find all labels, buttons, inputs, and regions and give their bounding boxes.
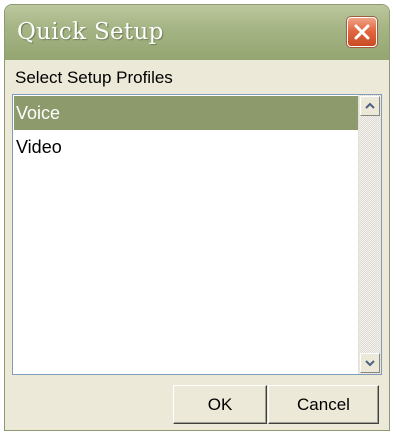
close-icon (354, 24, 370, 40)
list-item-voice[interactable]: Voice (14, 96, 359, 130)
profiles-label: Select Setup Profiles (15, 68, 173, 87)
scroll-down-button[interactable] (360, 353, 380, 373)
profiles-listbox[interactable]: Voice Video (12, 94, 382, 375)
cancel-button[interactable]: Cancel (268, 385, 379, 424)
ok-button[interactable]: OK (173, 385, 267, 424)
list-item-video[interactable]: Video (14, 130, 359, 164)
close-button[interactable] (347, 17, 377, 47)
window-title: Quick Setup (17, 19, 164, 45)
quick-setup-dialog: Quick Setup Select Setup Profiles Voice … (4, 4, 390, 431)
arrow-down-icon (365, 360, 375, 367)
scroll-up-button[interactable] (360, 96, 380, 116)
profiles-list: Voice Video (14, 96, 359, 164)
title-bar[interactable]: Quick Setup (5, 5, 389, 60)
arrow-up-icon (365, 102, 375, 109)
vertical-scrollbar[interactable] (358, 95, 381, 374)
